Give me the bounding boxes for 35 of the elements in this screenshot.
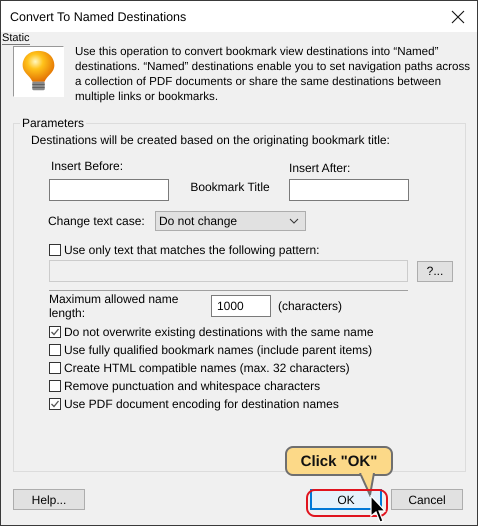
checkbox[interactable] [49,380,61,392]
unit-label: (characters) [278,299,342,313]
window-title: Convert To Named Destinations [10,10,186,24]
intro-text: Destinations will be created based on the originating bookmark title: [31,133,391,147]
light-bulb-icon [13,46,64,97]
description-text: Use this operation to convert bookmark view destinations into “Named” destinations. “Named” destinations enable you to set navigation paths across a collection of PDF documents or share the same destinations between multiple links or bookmarks. [75,44,472,104]
field-label: Insert Before: [50,159,124,173]
checkbox-label: Do not overwrite existing destinations with the same name [64,325,374,339]
insert-after-field[interactable] [289,179,409,201]
checkbox[interactable] [49,344,61,356]
field-label: Maximum allowed name length: [49,292,180,320]
checkbox-label: Create HTML compatible names (max. 32 characters) [64,361,350,375]
chevron-down-icon [289,218,299,224]
checkbox[interactable] [49,362,61,374]
pattern-help-button[interactable]: ?... [417,260,453,282]
callout-tail [359,473,377,497]
dialog-button[interactable]: Help... [13,489,85,510]
checkbox-label: Use PDF document encoding for destination names [64,397,339,411]
checkbox-label: Use only text that matches the following pattern: [64,243,320,257]
checkbox[interactable] [49,398,61,410]
checkbox[interactable] [49,244,61,256]
checkbox-label: Remove punctuation and whitespace characters [64,379,320,393]
insert-before-field[interactable] [49,179,169,201]
field-label: Insert After: [289,161,352,175]
cursor-icon [370,495,387,525]
dialog-button[interactable]: Cancel [391,489,463,510]
max-length-field[interactable]: 1000 [211,295,271,317]
bookmark-title-label: Bookmark Title [189,180,271,194]
checkbox-label: Use fully qualified bookmark names (include parent items) [64,343,372,357]
close-icon[interactable] [451,10,465,24]
checkbox[interactable] [49,326,61,338]
static-label: Static [2,32,30,45]
text-case-dropdown[interactable]: Do not change [155,211,306,231]
field-label: Change text case: [48,214,146,228]
group-title: Parameters [21,116,86,130]
